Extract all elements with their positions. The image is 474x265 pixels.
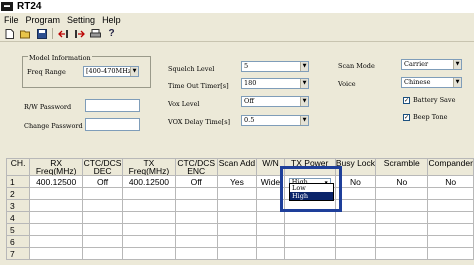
- help-icon[interactable]: ?: [106, 28, 117, 39]
- squelch-level-value: 5: [244, 62, 249, 70]
- cell-ch: 3: [5, 199, 31, 212]
- scan-mode-label: Scan Mode: [338, 62, 375, 70]
- rw-password-label: R/W Password: [24, 103, 72, 111]
- cell-ch: 2: [5, 187, 31, 200]
- toolbar-separator: [52, 28, 53, 39]
- cell-ctcdcs-enc[interactable]: Off: [174, 175, 218, 188]
- change-password-field[interactable]: [85, 118, 140, 131]
- vox-level-select[interactable]: Off ▼: [241, 96, 309, 107]
- cell-ch: 1: [5, 175, 31, 188]
- cell-ch: 5: [5, 223, 31, 236]
- table-row[interactable]: 3: [5, 199, 474, 212]
- table-row[interactable]: 5: [5, 223, 474, 236]
- chevron-down-icon: ▼: [453, 78, 461, 87]
- col-header-ch: CH.: [5, 158, 31, 176]
- battery-save-checkbox[interactable]: ✓ Battery Save: [403, 96, 455, 104]
- scan-mode-select[interactable]: Carrier ▼: [401, 59, 462, 70]
- new-file-icon[interactable]: [4, 28, 15, 39]
- cell-ch: 4: [5, 211, 31, 224]
- toolbar: ?: [0, 26, 474, 42]
- title-bar: ▬ RT24: [0, 0, 474, 13]
- chevron-down-icon: ▼: [300, 79, 308, 88]
- time-out-timer-label: Time Out Timer[s]: [168, 82, 229, 90]
- col-header-ctcdcs-enc: CTC/DCS ENC: [174, 158, 218, 176]
- read-from-radio-icon[interactable]: [58, 28, 69, 39]
- squelch-level-label: Squelch Level: [168, 65, 215, 73]
- open-file-icon[interactable]: [20, 28, 31, 39]
- time-out-timer-value: 180: [244, 79, 257, 87]
- freq-range-select[interactable]: [400-470MHz] ▼: [83, 66, 139, 77]
- chevron-down-icon: ▼: [453, 60, 461, 69]
- cell-scan-add[interactable]: Yes: [216, 175, 258, 188]
- menu-bar: File Program Setting Help: [0, 13, 474, 26]
- vox-level-label: Vox Level: [168, 100, 200, 108]
- vox-delay-time-value: 0.5: [244, 116, 255, 124]
- cell-ctcdcs-dec[interactable]: Off: [82, 175, 123, 188]
- battery-save-label: Battery Save: [413, 96, 456, 104]
- table-row[interactable]: 1 400.12500 Off 400.12500 Off Yes Wide H…: [5, 175, 474, 188]
- menu-setting[interactable]: Setting: [64, 15, 98, 25]
- save-icon[interactable]: [36, 28, 47, 39]
- model-info-title: Model Information: [28, 54, 92, 62]
- vox-delay-time-label: VOX Delay Time[s]: [168, 118, 231, 126]
- chevron-down-icon: ▼: [300, 97, 308, 106]
- beep-tone-label: Beep Tone: [413, 113, 448, 121]
- col-header-scramble: Scramble: [375, 158, 429, 176]
- col-header-scan-add: Scan Add: [216, 158, 258, 176]
- menu-file[interactable]: File: [1, 15, 22, 25]
- cell-tx-freq[interactable]: 400.12500: [121, 175, 176, 188]
- squelch-level-select[interactable]: 5 ▼: [241, 61, 309, 72]
- col-header-tx-freq: TX Freq(MHz): [121, 158, 176, 176]
- table-row[interactable]: 6: [5, 235, 474, 248]
- col-header-ctcdcs-dec: CTC/DCS DEC: [82, 158, 123, 176]
- print-icon[interactable]: [90, 28, 101, 39]
- scan-mode-value: Carrier: [404, 60, 429, 68]
- table-row[interactable]: 4: [5, 211, 474, 224]
- change-password-label: Change Password: [24, 122, 83, 130]
- col-header-rx-freq: RX Freq(MHz): [29, 158, 84, 176]
- voice-label: Voice: [338, 80, 356, 88]
- cell-rx-freq[interactable]: 400.12500: [29, 175, 84, 188]
- menu-program[interactable]: Program: [23, 15, 64, 25]
- cell-scramble[interactable]: No: [375, 175, 429, 188]
- checkmark-icon: ✓: [403, 113, 410, 121]
- menu-help[interactable]: Help: [99, 15, 124, 25]
- time-out-timer-select[interactable]: 180 ▼: [241, 78, 309, 89]
- checkmark-icon: ✓: [403, 96, 410, 104]
- chevron-down-icon: ▼: [300, 116, 308, 125]
- cell-ch: 6: [5, 235, 31, 248]
- voice-select[interactable]: Chinese ▼: [401, 77, 462, 88]
- table-row[interactable]: 7: [5, 247, 474, 260]
- table-row[interactable]: 2: [5, 187, 474, 200]
- col-header-compander: Compander: [427, 158, 474, 176]
- cell-ch: 7: [5, 247, 31, 260]
- channel-table: CH. RX Freq(MHz) CTC/DCS DEC TX Freq(MHz) C…: [5, 158, 474, 260]
- vox-level-value: Off: [244, 97, 254, 105]
- freq-range-label: Freq Range: [27, 68, 66, 76]
- chevron-down-icon: ▼: [300, 62, 308, 71]
- rw-password-field[interactable]: [85, 99, 140, 112]
- table-header-row: CH. RX Freq(MHz) CTC/DCS DEC TX Freq(MHz) C…: [5, 158, 474, 176]
- voice-value: Chinese: [404, 78, 431, 86]
- chevron-down-icon: ▼: [130, 67, 138, 76]
- highlight-box: [280, 166, 342, 212]
- cell-compander[interactable]: No: [427, 175, 474, 188]
- window-title: RT24: [17, 1, 42, 12]
- beep-tone-checkbox[interactable]: ✓ Beep Tone: [403, 113, 447, 121]
- freq-range-value: [400-470MHz]: [86, 67, 134, 75]
- vox-delay-time-select[interactable]: 0.5 ▼: [241, 115, 309, 126]
- app-icon: ▬: [1, 2, 13, 11]
- write-to-radio-icon[interactable]: [74, 28, 85, 39]
